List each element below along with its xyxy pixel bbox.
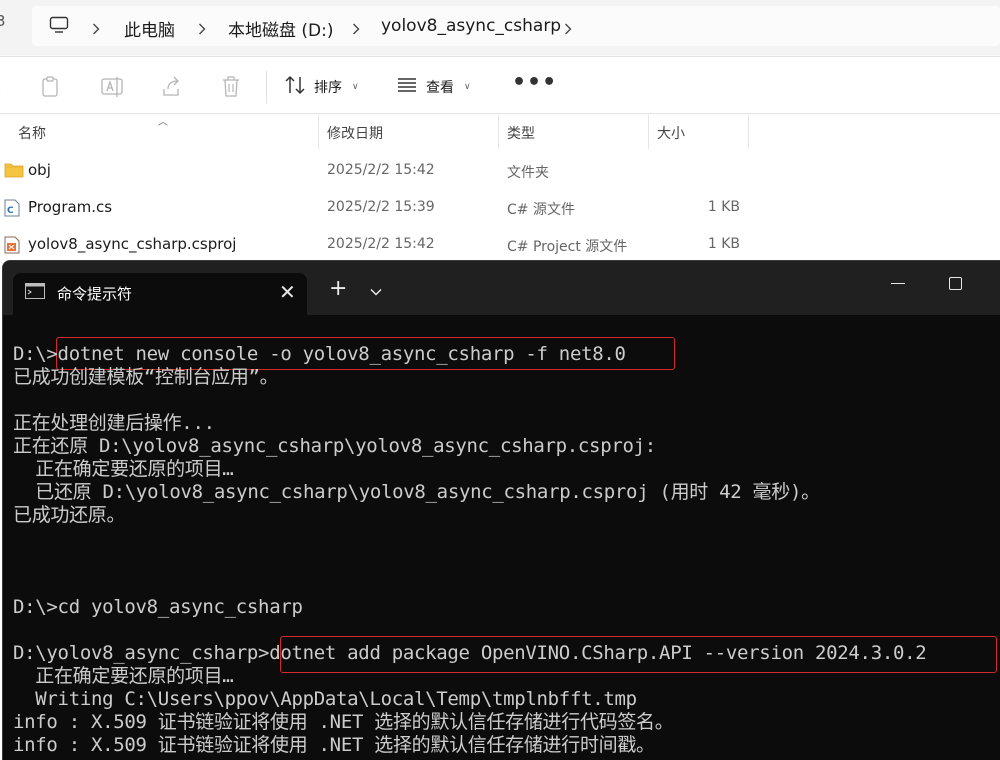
file-size: 1 KB [707,199,740,215]
file-size: 1 KB [707,236,740,252]
chevron-right-icon[interactable] [564,20,572,39]
file-row-csproj[interactable]: yolov8_async_csharp.csproj 2025/2/2 15:4… [0,227,1000,263]
terminal-line: 已还原 D:\yolov8_async_csharp\yolov8_async_… [13,481,820,503]
chevron-right-icon [352,20,360,39]
csharp-file-icon: C [4,199,20,221]
more-options-button[interactable]: ••• [512,72,557,94]
sort-icon [284,75,306,99]
chevron-right-icon [92,20,100,39]
breadcrumb-this-pc[interactable]: 此电脑 [124,16,175,41]
sort-button[interactable]: 排序 ∨ [284,72,359,102]
minimize-button[interactable] [891,283,905,284]
cut-icon[interactable] [0,75,8,101]
copy-icon[interactable] [40,75,62,103]
file-type: 文件夹 [507,165,549,181]
terminal-line: Writing C:\Users\ppov\AppData\Local\Temp… [13,688,637,710]
file-name: obj [28,161,51,179]
view-icon [396,77,418,97]
chevron-down-icon: ∨ [464,82,471,92]
file-date: 2025/2/2 15:42 [327,236,435,252]
terminal-line: 已成功还原。 [13,504,126,526]
column-header-name[interactable]: 名称 [18,123,46,143]
view-button[interactable]: 查看 ∨ [396,72,471,102]
file-row-obj[interactable]: obj 2025/2/2 15:42 文件夹 [0,153,1000,189]
chevron-right-icon [198,20,206,39]
terminal-line: 正在确定要还原的项目… [13,458,234,480]
column-divider[interactable] [648,115,649,149]
view-label: 查看 [426,80,454,96]
column-divider[interactable] [498,115,499,149]
file-type: C# Project 源文件 [507,239,628,255]
column-header-type[interactable]: 类型 [507,123,535,143]
file-row-program-cs[interactable]: C Program.cs 2025/2/2 15:39 C# 源文件 1 KB [0,190,1000,226]
chevron-down-icon: ∨ [352,82,359,92]
terminal-output[interactable]: D:\>dotnet new console -o yolov8_async_c… [13,343,1000,757]
command-bar: 排序 ∨ 查看 ∨ ••• [0,56,1000,114]
column-header-date[interactable]: 修改日期 [327,123,383,143]
folder-icon [4,162,24,182]
breadcrumb-current-folder[interactable]: yolov8_async_csharp [381,16,561,36]
sort-label: 排序 [314,80,342,96]
column-divider[interactable] [318,115,319,149]
file-name: yolov8_async_csharp.csproj [28,235,237,253]
csproj-file-icon [4,236,20,258]
terminal-line: D:\>dotnet new console -o yolov8_async_c… [13,343,626,365]
rename-icon[interactable] [100,75,124,103]
toolbar-divider [266,71,267,103]
terminal-line: 正在还原 D:\yolov8_async_csharp\yolov8_async… [13,435,656,457]
file-date: 2025/2/2 15:42 [327,162,435,178]
terminal-line: 已成功创建模板“控制台应用”。 [13,366,279,388]
file-name: Program.cs [28,198,113,216]
column-divider[interactable] [748,115,749,149]
sort-ascending-icon: ︿ [158,117,168,128]
breadcrumb-local-disk[interactable]: 本地磁盘 (D:) [228,16,334,41]
file-date: 2025/2/2 15:39 [327,199,435,215]
chevron-down-icon[interactable] [370,281,382,300]
terminal-line: 正在确定要还原的项目… [13,665,234,687]
file-list: ︿ 名称 修改日期 类型 大小 obj 2025/2/2 15:42 文件夹 C… [0,115,1000,262]
command-prompt-window: 命令提示符 ✕ + D:\>dotnet new console -o yolo… [2,260,1000,760]
terminal-line: info : X.509 证书链验证将使用 .NET 选择的默认信任存储进行代码… [13,711,674,733]
address-bar[interactable]: 此电脑 本地磁盘 (D:) yolov8_async_csharp [32,6,1000,46]
computer-icon [49,16,69,38]
column-header-size[interactable]: 大小 [657,123,685,143]
share-icon[interactable] [160,75,184,103]
terminal-title-bar[interactable]: 命令提示符 ✕ + [3,261,1000,315]
file-type: C# 源文件 [507,202,575,218]
terminal-line: info : X.509 证书链验证将使用 .NET 选择的默认信任存储进行时间… [13,734,655,756]
file-explorer-window: 3 此电脑 本地磁盘 (D:) yolov8_async_csharp 排序 ∨… [0,0,1000,262]
terminal-line: D:\>cd yolov8_async_csharp [13,596,303,618]
delete-icon[interactable] [220,75,242,103]
close-tab-button[interactable]: ✕ [279,280,296,304]
cut-off-glyph: 3 [0,12,6,30]
address-row: 3 此电脑 本地磁盘 (D:) yolov8_async_csharp [0,0,1000,55]
terminal-tab[interactable]: 命令提示符 ✕ [13,273,307,315]
maximize-button[interactable] [949,277,962,290]
new-tab-button[interactable]: + [329,276,347,301]
tab-title: 命令提示符 [57,285,133,303]
command-prompt-icon [25,283,45,303]
terminal-line: D:\yolov8_async_csharp>dotnet add packag… [13,642,927,664]
svg-text:C: C [7,206,14,216]
terminal-line: 正在处理创建后操作... [13,412,215,434]
